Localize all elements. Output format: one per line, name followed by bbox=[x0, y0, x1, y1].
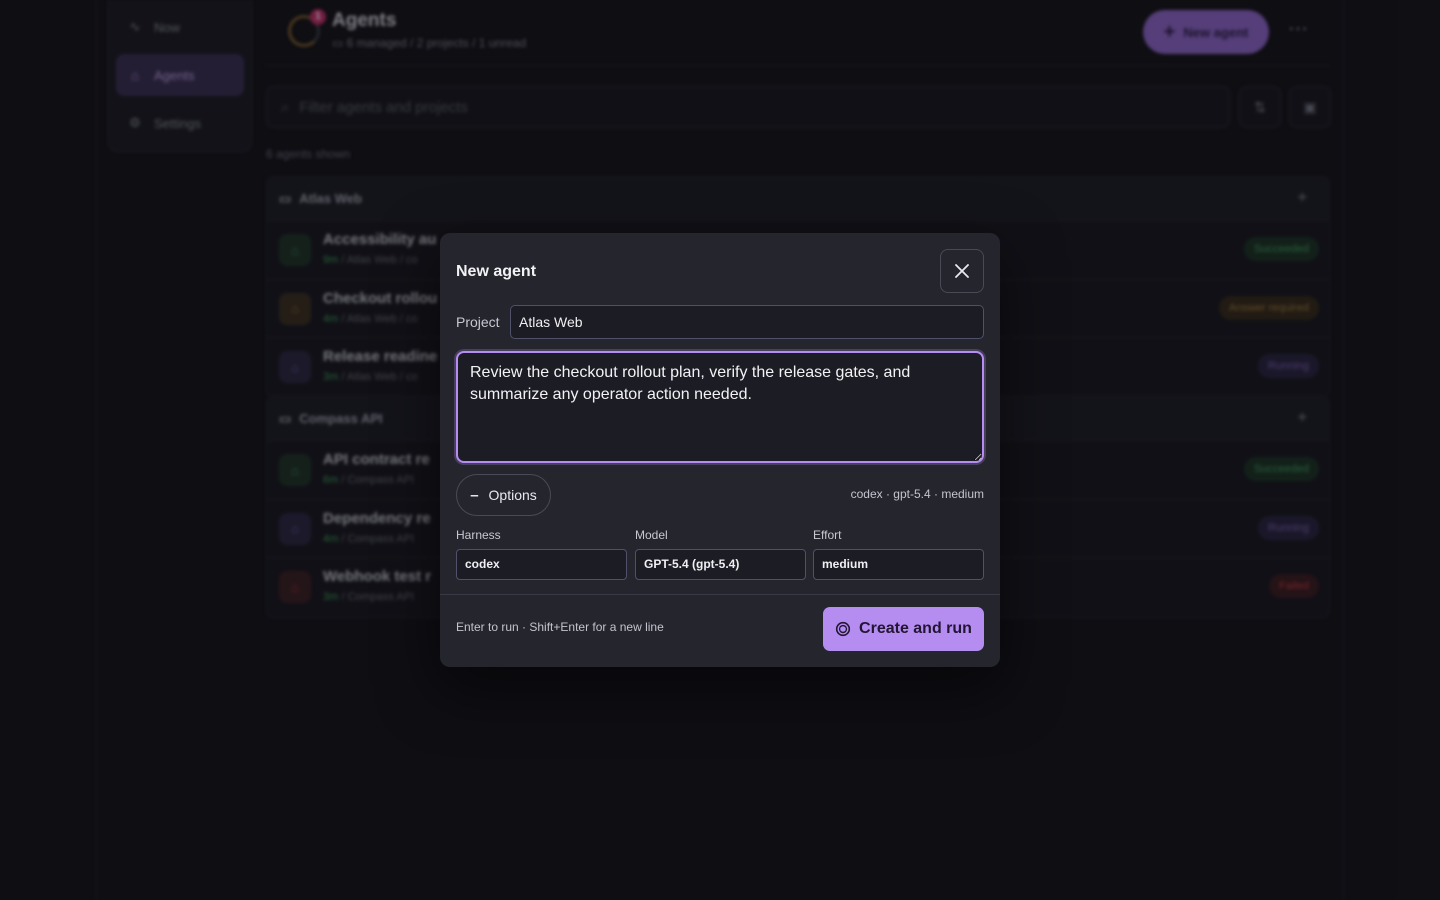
new-agent-dialog: New agent Project Atlas Web Review the c… bbox=[440, 233, 1000, 667]
footer-divider bbox=[440, 594, 1000, 595]
create-and-run-button[interactable]: Create and run bbox=[823, 607, 984, 651]
keyboard-hint: Enter to run · Shift+Enter for a new lin… bbox=[456, 620, 664, 634]
project-select[interactable]: Atlas Web bbox=[510, 305, 984, 339]
effort-field[interactable]: medium bbox=[813, 549, 984, 580]
options-toggle-button[interactable]: – Options bbox=[456, 474, 551, 516]
harness-field[interactable]: codex bbox=[456, 549, 627, 580]
openai-icon bbox=[835, 621, 851, 637]
harness-label: Harness bbox=[456, 528, 501, 542]
prompt-input[interactable]: Review the checkout rollout plan, verify… bbox=[456, 351, 984, 463]
close-button[interactable] bbox=[940, 249, 984, 293]
minus-icon: – bbox=[470, 486, 479, 504]
dialog-title: New agent bbox=[456, 263, 537, 280]
project-label: Project bbox=[456, 314, 500, 330]
model-label: Model bbox=[635, 528, 668, 542]
close-icon bbox=[955, 264, 969, 278]
effort-label: Effort bbox=[813, 528, 842, 542]
config-summary: codex · gpt-5.4 · medium bbox=[850, 487, 984, 501]
model-field[interactable]: GPT-5.4 (gpt-5.4) bbox=[635, 549, 806, 580]
